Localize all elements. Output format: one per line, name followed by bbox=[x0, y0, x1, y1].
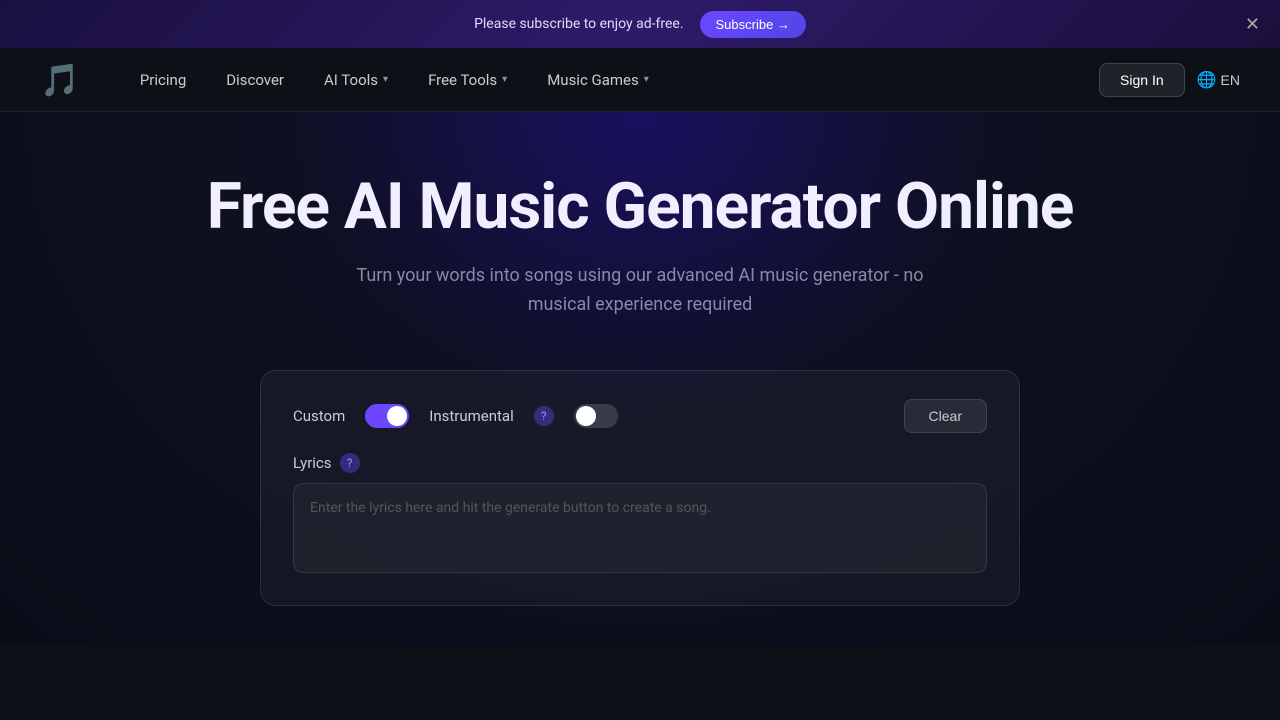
top-banner: Please subscribe to enjoy ad-free. Subsc… bbox=[0, 0, 1280, 48]
clear-button[interactable]: Clear bbox=[904, 399, 987, 433]
instrumental-toggle[interactable] bbox=[574, 404, 618, 428]
ai-tools-chevron-icon: ▾ bbox=[383, 74, 388, 85]
translate-icon: 🌐 bbox=[1197, 70, 1217, 90]
nav-discover[interactable]: Discover bbox=[206, 63, 304, 97]
custom-label: Custom bbox=[293, 407, 345, 425]
nav-right: Sign In 🌐 EN bbox=[1099, 63, 1240, 97]
hero-subtitle: Turn your words into songs using our adv… bbox=[340, 262, 940, 320]
lyrics-help-icon[interactable]: ? bbox=[340, 453, 360, 473]
controls-row: Custom Instrumental ? Clear bbox=[293, 399, 987, 433]
lyrics-label: Lyrics bbox=[293, 454, 332, 472]
subscribe-button[interactable]: Subscribe → bbox=[700, 11, 806, 38]
nav-links: Pricing Discover AI Tools ▾ Free Tools ▾… bbox=[120, 63, 1099, 97]
logo-icon: 🎵 bbox=[40, 64, 80, 96]
instrumental-label: Instrumental bbox=[429, 407, 513, 425]
nav-music-games[interactable]: Music Games ▾ bbox=[527, 63, 669, 97]
lyrics-textarea[interactable] bbox=[293, 483, 987, 573]
generator-card: Custom Instrumental ? Clear Lyrics ? bbox=[260, 370, 1020, 606]
logo[interactable]: 🎵 bbox=[40, 64, 80, 96]
instrumental-toggle-thumb bbox=[576, 406, 596, 426]
sign-in-button[interactable]: Sign In bbox=[1099, 63, 1185, 97]
close-banner-button[interactable]: ✕ bbox=[1245, 15, 1260, 33]
navbar: 🎵 Pricing Discover AI Tools ▾ Free Tools… bbox=[0, 48, 1280, 112]
free-tools-chevron-icon: ▾ bbox=[502, 74, 507, 85]
nav-ai-tools[interactable]: AI Tools ▾ bbox=[304, 63, 408, 97]
custom-toggle[interactable] bbox=[365, 404, 409, 428]
nav-pricing[interactable]: Pricing bbox=[120, 63, 206, 97]
language-button[interactable]: 🌐 EN bbox=[1197, 70, 1240, 90]
hero-title: Free AI Music Generator Online bbox=[207, 172, 1074, 242]
banner-text: Please subscribe to enjoy ad-free. bbox=[474, 16, 683, 32]
instrumental-help-icon[interactable]: ? bbox=[534, 406, 554, 426]
nav-free-tools[interactable]: Free Tools ▾ bbox=[408, 63, 527, 97]
music-games-chevron-icon: ▾ bbox=[644, 74, 649, 85]
lyrics-row: Lyrics ? bbox=[293, 453, 987, 473]
hero-section: Free AI Music Generator Online Turn your… bbox=[0, 112, 1280, 646]
custom-toggle-thumb bbox=[387, 406, 407, 426]
